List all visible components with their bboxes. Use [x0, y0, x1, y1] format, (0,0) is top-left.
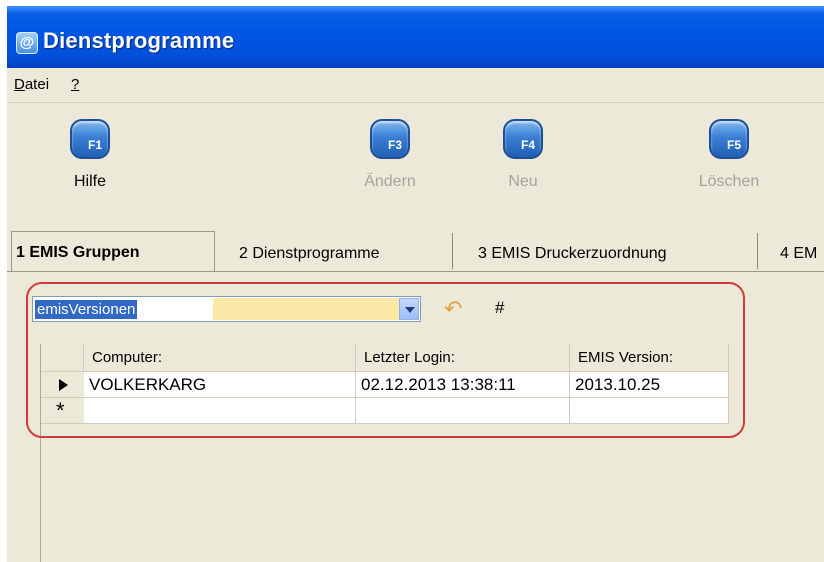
tab-emis-druckerzuordnung[interactable]: 3 EMIS Druckerzuordnung	[478, 233, 758, 269]
delete-button-label: Löschen	[698, 173, 760, 190]
f4-key-label: F4	[520, 138, 535, 152]
help-button-label: Hilfe	[73, 173, 106, 190]
edit-button[interactable]: F3 Ändern	[340, 119, 440, 209]
new-button[interactable]: F4 Neu	[473, 119, 573, 209]
help-button[interactable]: F1 Hilfe	[40, 119, 140, 209]
f5-key-icon: F5	[709, 119, 749, 159]
title-bar[interactable]: @ Dienstprogramme	[7, 6, 824, 68]
toolbar: F1 Hilfe F3 Ändern F4 Neu F5 Löschen	[7, 103, 824, 221]
red-highlight-annotation	[26, 282, 745, 438]
tab-emis-gruppen-label: 1 EMIS Gruppen	[16, 244, 140, 261]
edit-button-label: Ändern	[364, 173, 416, 190]
window-title: Dienstprogramme	[43, 28, 235, 53]
menu-datei-rest: atei	[24, 76, 50, 93]
f3-key-icon: F3	[370, 119, 410, 159]
tab-4-em[interactable]: 4 EM	[780, 233, 824, 269]
tab-emis-gruppen[interactable]: 1 EMIS Gruppen	[11, 231, 215, 271]
new-button-label: Neu	[508, 173, 538, 190]
f1-key-icon: F1	[70, 119, 110, 159]
f3-key-label: F3	[387, 138, 402, 152]
tab-emis-druckerzuordnung-label: 3 EMIS Druckerzuordnung	[478, 245, 667, 262]
menu-bar: Datei ?	[7, 68, 824, 103]
menu-help-label: ?	[71, 76, 80, 93]
f5-key-label: F5	[726, 138, 741, 152]
delete-button[interactable]: F5 Löschen	[679, 119, 779, 209]
menu-datei[interactable]: Datei	[14, 76, 49, 93]
tab-4-em-label: 4 EM	[780, 245, 818, 262]
dienstprogramme-window: @ Dienstprogramme Datei ? F1 Hilfe F3 Än…	[7, 6, 824, 562]
menu-help[interactable]: ?	[71, 76, 79, 93]
f1-key-label: F1	[87, 138, 102, 152]
tab-dienstprogramme-label: 2 Dienstprogramme	[239, 245, 380, 262]
at-icon: @	[16, 32, 38, 54]
f4-key-icon: F4	[503, 119, 543, 159]
tab-dienstprogramme[interactable]: 2 Dienstprogramme	[239, 233, 453, 269]
tab-strip: 1 EMIS Gruppen 2 Dienstprogramme 3 EMIS …	[7, 225, 824, 271]
